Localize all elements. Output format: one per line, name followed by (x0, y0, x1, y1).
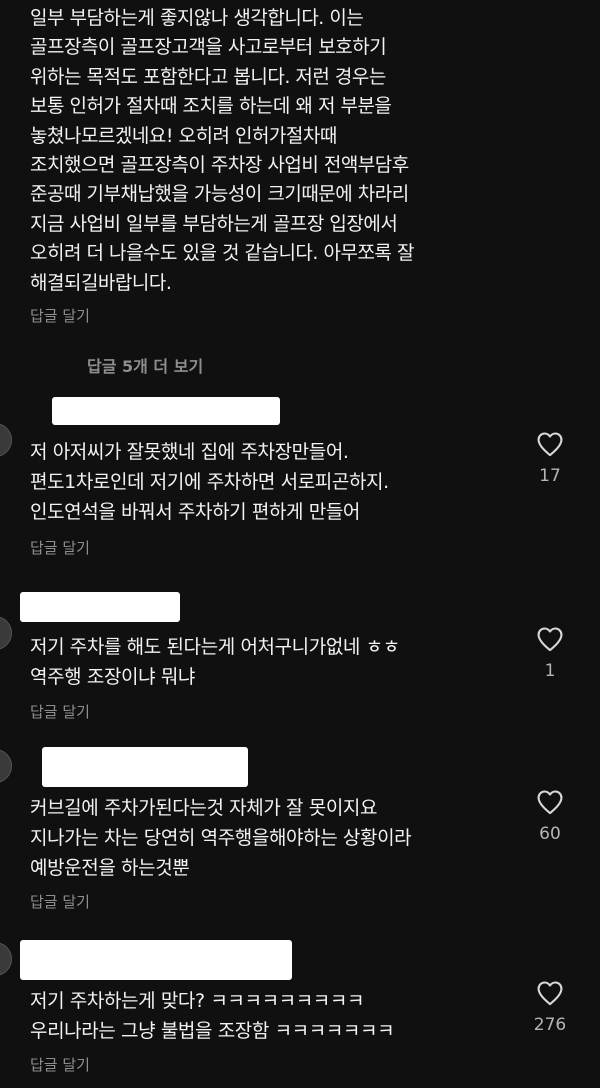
reply-button[interactable]: 답글 달기 (30, 305, 90, 326)
like-button[interactable]: 1 (520, 626, 580, 681)
like-button[interactable]: 17 (520, 431, 580, 486)
comment-text: 저기 주차를 해도 된다는게 어처구니가없네 ㅎㅎ 역주행 조장이냐 뭐냐 (30, 636, 400, 688)
comment-text: 저 아저씨가 잘못했네 집에 주차장만들어. 편도1차로인데 저기에 주차하면 … (30, 441, 389, 523)
comment-text: 저기 주차하는게 맞다? ㅋㅋㅋㅋㅋㅋㅋㅋㅋ 우리나라는 그냥 불법을 조장함 … (30, 990, 395, 1042)
heart-outline-icon[interactable] (536, 431, 564, 457)
like-count: 276 (533, 1015, 567, 1035)
like-count: 17 (539, 466, 561, 486)
avatar[interactable] (0, 423, 12, 457)
redacted-username (52, 397, 280, 425)
redacted-username (42, 747, 248, 787)
redacted-username (20, 940, 292, 980)
reply-button[interactable]: 답글 달기 (30, 1054, 90, 1075)
heart-outline-icon[interactable] (536, 626, 564, 652)
avatar[interactable] (0, 942, 12, 976)
avatar[interactable] (0, 616, 12, 650)
comment-text: 커브길에 주차가된다는것 자체가 잘 못이지요 지나가는 차는 당연히 역주행을… (30, 797, 412, 879)
reply-button[interactable]: 답글 달기 (30, 537, 90, 558)
view-more-replies-button[interactable]: 답글 5개 더 보기 (87, 353, 203, 377)
like-count: 60 (539, 824, 561, 844)
redacted-username (20, 592, 180, 622)
comment-text: 일부 부담하는게 좋지않나 생각합니다. 이는 골프장측이 골프장고객을 사고로… (30, 7, 414, 294)
heart-outline-icon[interactable] (536, 980, 564, 1006)
reply-button[interactable]: 답글 달기 (30, 891, 90, 912)
avatar[interactable] (0, 749, 12, 783)
like-button[interactable]: 276 (520, 980, 580, 1035)
like-button[interactable]: 60 (520, 789, 580, 844)
heart-outline-icon[interactable] (536, 789, 564, 815)
comment-body-continued: 일부 부담하는게 좋지않나 생각합니다. 이는 골프장측이 골프장고객을 사고로… (30, 4, 550, 298)
reply-button[interactable]: 답글 달기 (30, 701, 90, 722)
like-count: 1 (544, 661, 556, 681)
